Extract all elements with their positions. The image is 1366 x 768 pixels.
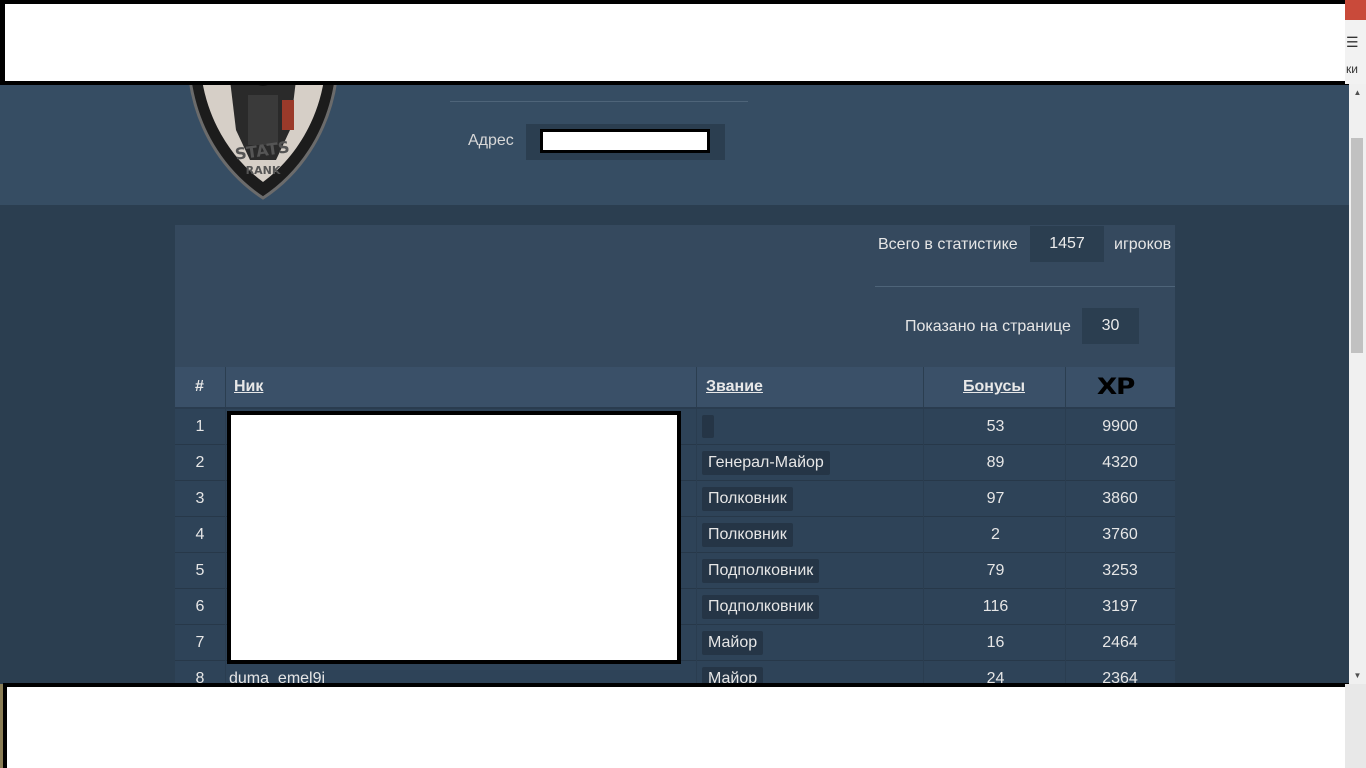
column-separator	[225, 367, 226, 407]
hamburger-menu-icon[interactable]: ☰	[1346, 34, 1359, 51]
player-rank-cell: Полковник	[702, 517, 793, 552]
column-separator	[923, 367, 924, 407]
player-rank-cell: Полковник	[702, 481, 793, 516]
page: STATS RANK Адрес Всего в статистике 1457…	[0, 0, 1366, 768]
column-divider	[923, 409, 924, 689]
column-divider	[1065, 409, 1066, 689]
rank-badge: Подполковник	[702, 594, 820, 619]
player-xp: 9900	[1102, 417, 1138, 435]
column-bonus-header[interactable]: Бонусы	[963, 367, 1025, 407]
sort-bonus-link[interactable]: Бонусы	[963, 378, 1025, 396]
rank-badge: Полковник	[702, 522, 793, 547]
player-bonus: 89	[986, 453, 1005, 471]
column-separator	[1065, 367, 1066, 407]
sort-nick-link[interactable]: Ник	[234, 378, 263, 396]
player-xp: 3760	[1102, 525, 1138, 543]
total-players-count: 1457	[1030, 226, 1104, 262]
player-xp: 3860	[1102, 489, 1138, 507]
xp-logo-icon[interactable]: XP	[1097, 375, 1136, 400]
total-players-label: Всего в статистике	[878, 236, 1018, 253]
row-number: 5	[195, 561, 205, 579]
column-divider	[696, 409, 697, 689]
player-rank-cell: Подполковник	[702, 553, 820, 588]
rank-badge: Подполковник	[702, 558, 820, 583]
player-xp: 3197	[1102, 597, 1138, 615]
row-number: 7	[195, 633, 205, 651]
rank-badge: Майор	[702, 630, 764, 655]
player-bonus: 2	[991, 525, 1000, 543]
player-xp: 2464	[1102, 633, 1138, 651]
address-redaction	[540, 129, 710, 153]
player-rank-cell: Подполковник	[702, 589, 820, 624]
column-divider	[225, 409, 226, 689]
vertical-scrollbar[interactable]: ▲ ▼	[1349, 84, 1366, 684]
scroll-thumb[interactable]	[1351, 138, 1363, 353]
player-bonus: 16	[986, 633, 1005, 651]
column-xp-header[interactable]: XP	[1097, 367, 1136, 407]
per-page-label: Показано на странице	[905, 318, 1071, 335]
player-bonus: 79	[986, 561, 1005, 579]
browser-edge-accent	[1345, 0, 1366, 20]
column-separator	[696, 367, 697, 407]
per-page-count: 30	[1082, 308, 1139, 344]
sort-rank-link[interactable]: Звание	[706, 378, 763, 396]
table-header: # Ник Звание Бонусы XP	[175, 367, 1175, 409]
players-unit-label: игроков	[1114, 236, 1172, 253]
rank-badge: Генерал-Майор	[702, 450, 830, 475]
player-bonus: 53	[986, 417, 1005, 435]
player-rank-cell: Генерал-Майор	[702, 445, 830, 480]
rank-badge: Полковник	[702, 486, 793, 511]
column-num-header: #	[195, 367, 204, 407]
address-label: Адрес	[468, 132, 514, 149]
player-xp: 3253	[1102, 561, 1138, 579]
browser-edge-bottom	[1345, 684, 1366, 768]
player-bonus: 97	[986, 489, 1005, 507]
scroll-down-icon[interactable]: ▼	[1349, 667, 1366, 684]
column-rank-header[interactable]: Звание	[706, 367, 763, 407]
nick-redaction	[227, 411, 681, 664]
column-nick-header[interactable]: Ник	[234, 367, 263, 407]
row-number: 4	[195, 525, 205, 543]
panel-divider	[875, 286, 1175, 287]
row-number: 2	[195, 453, 205, 471]
scroll-up-icon[interactable]: ▲	[1349, 84, 1366, 101]
row-number: 1	[195, 417, 205, 435]
row-number: 6	[195, 597, 205, 615]
top-redaction	[0, 0, 1350, 85]
svg-text:RANK: RANK	[246, 164, 281, 177]
browser-edge-text: ки	[1346, 62, 1358, 76]
rank-badge	[702, 415, 714, 438]
player-rank-cell: Майор	[702, 625, 764, 660]
player-xp: 4320	[1102, 453, 1138, 471]
header-divider	[450, 101, 748, 102]
row-number: 3	[195, 489, 205, 507]
player-bonus: 116	[982, 597, 1009, 615]
column-num-label: #	[195, 378, 204, 395]
bottom-redaction	[3, 683, 1349, 768]
player-rank-cell	[702, 409, 714, 444]
